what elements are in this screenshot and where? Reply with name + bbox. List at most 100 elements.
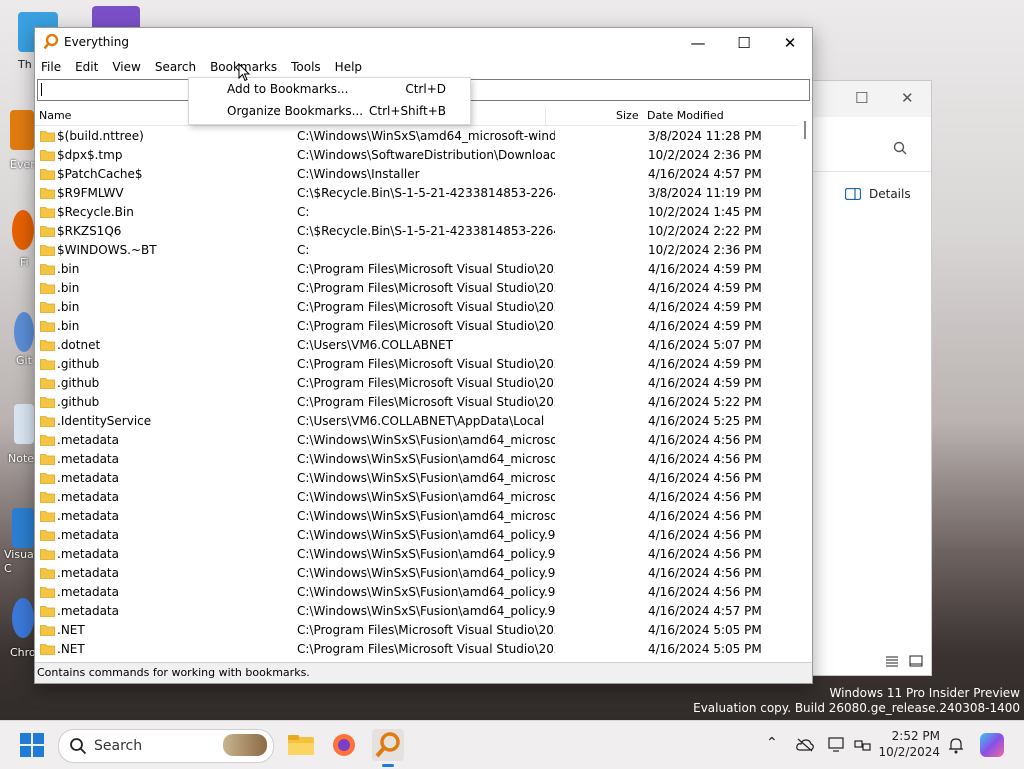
network-icon[interactable] bbox=[854, 737, 872, 753]
table-row[interactable]: .metadata C:\Windows\WinSxS\Fusion\amd64_… bbox=[35, 507, 797, 526]
close-icon[interactable]: ✕ bbox=[901, 89, 914, 107]
vertical-scrollbar[interactable] bbox=[798, 107, 812, 659]
table-row[interactable]: .metadata C:\Windows\WinSxS\Fusion\amd64_… bbox=[35, 431, 797, 450]
row-date: 4/16/2024 4:56 PM bbox=[648, 547, 762, 561]
start-button[interactable] bbox=[20, 733, 44, 757]
desktop-icon-everything[interactable] bbox=[10, 110, 34, 150]
row-date: 10/2/2024 2:22 PM bbox=[648, 224, 762, 238]
bookmarks-dropdown: Add to Bookmarks... Ctrl+D Organize Book… bbox=[188, 77, 471, 125]
menu-item-add-bookmark[interactable]: Add to Bookmarks... Ctrl+D bbox=[189, 78, 470, 100]
menu-file[interactable]: File bbox=[35, 58, 68, 76]
desktop-icon-vscode[interactable] bbox=[12, 508, 34, 548]
column-header-name[interactable]: Name bbox=[39, 109, 71, 122]
table-row[interactable]: .metadata C:\Windows\WinSxS\Fusion\amd64_… bbox=[35, 526, 797, 545]
table-row[interactable]: .bin C:\Program Files\Microsoft Visual St… bbox=[35, 317, 797, 336]
taskbar-search-box[interactable]: Search bbox=[58, 729, 274, 763]
search-highlight-image bbox=[223, 734, 267, 756]
details-label: Details bbox=[869, 187, 911, 201]
row-name: .NET bbox=[57, 642, 85, 656]
table-row[interactable]: $(build.nttree) C:\Windows\WinSxS\amd64_m… bbox=[35, 127, 797, 146]
system-clock[interactable]: 2:52 PM 10/2/2024 bbox=[878, 728, 940, 760]
background-explorer-window[interactable]: ☐ ✕ Details bbox=[812, 80, 932, 676]
title-bar[interactable]: Everything — ☐ ✕ bbox=[35, 28, 812, 58]
desktop-icon-git[interactable] bbox=[14, 312, 34, 352]
row-date: 4/16/2024 5:25 PM bbox=[648, 414, 762, 428]
row-date: 4/16/2024 4:56 PM bbox=[648, 490, 762, 504]
menu-search[interactable]: Search bbox=[148, 58, 203, 76]
table-row[interactable]: .metadata C:\Windows\WinSxS\Fusion\amd64_… bbox=[35, 583, 797, 602]
table-row[interactable]: .metadata C:\Windows\WinSxS\Fusion\amd64_… bbox=[35, 545, 797, 564]
table-row[interactable]: $PatchCache$ C:\Windows\Installer 4/16/202… bbox=[35, 165, 797, 184]
table-row[interactable]: .NET C:\Program Files\Microsoft Visual St… bbox=[35, 621, 797, 640]
minimize-button[interactable]: — bbox=[683, 32, 713, 54]
firefox-taskbar-icon[interactable] bbox=[328, 729, 360, 761]
table-row[interactable]: .dotnet C:\Users\VM6.COLLABNET 4/16/2024 5… bbox=[35, 336, 797, 355]
table-row[interactable]: $RKZS1Q6 C:\$Recycle.Bin\S-1-5-21-4233814… bbox=[35, 222, 797, 241]
cloud-offline-icon[interactable] bbox=[796, 738, 814, 752]
table-row[interactable]: .IdentityService C:\Users\VM6.COLLABNET\A… bbox=[35, 412, 797, 431]
taskbar-search-label: Search bbox=[94, 738, 143, 754]
display-icon[interactable] bbox=[828, 737, 846, 753]
table-row[interactable]: .bin C:\Program Files\Microsoft Visual St… bbox=[35, 279, 797, 298]
table-row[interactable]: .github C:\Program Files\Microsoft Visual… bbox=[35, 355, 797, 374]
menu-tools[interactable]: Tools bbox=[284, 58, 328, 76]
table-row[interactable]: .bin C:\Program Files\Microsoft Visual St… bbox=[35, 298, 797, 317]
folder-icon bbox=[40, 587, 55, 598]
row-path: C:\Program Files\Microsoft Visual Studio… bbox=[297, 623, 555, 637]
row-path: C:\Users\VM6.COLLABNET\AppData\Local bbox=[297, 414, 545, 428]
table-row[interactable]: .bin C:\Program Files\Microsoft Visual St… bbox=[35, 260, 797, 279]
menu-help[interactable]: Help bbox=[328, 58, 369, 76]
table-row[interactable]: .github C:\Program Files\Microsoft Visual… bbox=[35, 374, 797, 393]
everything-taskbar-icon[interactable] bbox=[372, 729, 404, 767]
column-header-size[interactable]: Size bbox=[616, 109, 639, 122]
row-date: 4/16/2024 4:56 PM bbox=[648, 471, 762, 485]
menu-view[interactable]: View bbox=[105, 58, 147, 76]
table-row[interactable]: $dpx$.tmp C:\Windows\SoftwareDistribution… bbox=[35, 146, 797, 165]
menu-item-shortcut: Ctrl+Shift+B bbox=[369, 104, 446, 118]
details-button[interactable]: Details bbox=[845, 187, 911, 201]
maximize-button[interactable]: ☐ bbox=[729, 32, 759, 54]
table-row[interactable]: .github C:\Program Files\Microsoft Visual… bbox=[35, 393, 797, 412]
results-list[interactable]: $(build.nttree) C:\Windows\WinSxS\amd64_m… bbox=[35, 127, 797, 657]
table-row[interactable]: $WINDOWS.~BT C: 10/2/2024 2:36 PM bbox=[35, 241, 797, 260]
clock-date: 10/2/2024 bbox=[878, 745, 940, 759]
search-icon[interactable] bbox=[893, 141, 907, 155]
table-row[interactable]: .metadata C:\Windows\WinSxS\Fusion\amd64_… bbox=[35, 488, 797, 507]
folder-icon bbox=[40, 378, 55, 389]
menu-item-label: Add to Bookmarks... bbox=[227, 82, 349, 96]
menu-item-organize-bookmarks[interactable]: Organize Bookmarks... Ctrl+Shift+B bbox=[189, 100, 470, 122]
table-row[interactable]: $R9FMLWV C:\$Recycle.Bin\S-1-5-21-4233814… bbox=[35, 184, 797, 203]
copilot-icon[interactable] bbox=[980, 733, 1004, 757]
row-path: C:\Program Files\Microsoft Visual Studio… bbox=[297, 262, 555, 276]
folder-icon bbox=[40, 321, 55, 332]
table-row[interactable]: .metadata C:\Windows\WinSxS\Fusion\amd64_… bbox=[35, 564, 797, 583]
desktop-icon-notepad[interactable] bbox=[14, 404, 34, 444]
menu-edit[interactable]: Edit bbox=[68, 58, 105, 76]
close-button[interactable]: ✕ bbox=[775, 32, 805, 54]
table-row[interactable]: $Recycle.Bin C: 10/2/2024 1:45 PM bbox=[35, 203, 797, 222]
desktop-icon-firefox[interactable] bbox=[12, 210, 34, 250]
folder-icon bbox=[40, 245, 55, 256]
desktop-label: Fi bbox=[20, 256, 29, 269]
everything-window[interactable]: Everything — ☐ ✕ File Edit View Search B… bbox=[34, 27, 813, 684]
desktop-icon-chrome[interactable] bbox=[12, 598, 34, 638]
file-explorer-taskbar-icon[interactable] bbox=[285, 729, 317, 761]
column-header-date[interactable]: Date Modified bbox=[647, 109, 724, 122]
row-date: 4/16/2024 4:59 PM bbox=[648, 281, 762, 295]
row-name: .IdentityService bbox=[57, 414, 152, 428]
scrollbar-thumb[interactable] bbox=[804, 121, 806, 139]
table-row[interactable]: .metadata C:\Windows\WinSxS\Fusion\amd64_… bbox=[35, 602, 797, 621]
column-divider[interactable] bbox=[545, 107, 546, 125]
table-row[interactable]: .NET C:\Program Files\Microsoft Visual St… bbox=[35, 640, 797, 657]
table-row[interactable]: .metadata C:\Windows\WinSxS\Fusion\amd64_… bbox=[35, 469, 797, 488]
menu-item-shortcut: Ctrl+D bbox=[405, 82, 446, 96]
row-date: 4/16/2024 4:56 PM bbox=[648, 452, 762, 466]
list-view-icon[interactable] bbox=[885, 655, 899, 667]
notification-bell-icon[interactable] bbox=[948, 736, 964, 754]
chevron-up-icon[interactable]: ⌃ bbox=[766, 735, 778, 751]
bg-window-titlebar[interactable]: ☐ ✕ bbox=[813, 81, 931, 117]
everything-app-icon bbox=[43, 34, 59, 50]
table-row[interactable]: .metadata C:\Windows\WinSxS\Fusion\amd64_… bbox=[35, 450, 797, 469]
tiles-view-icon[interactable] bbox=[909, 655, 923, 667]
maximize-icon[interactable]: ☐ bbox=[855, 89, 868, 107]
